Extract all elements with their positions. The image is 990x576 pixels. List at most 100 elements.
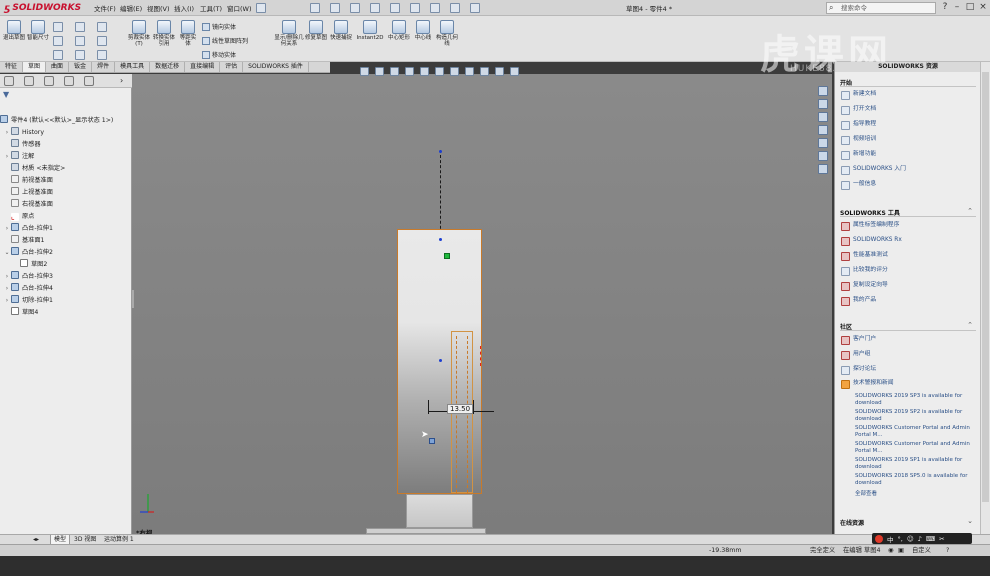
link-tech-alerts[interactable]: 技术警报和新闻 xyxy=(841,380,971,389)
property-manager-icon[interactable] xyxy=(24,76,34,86)
menu-window[interactable]: 窗口(W) xyxy=(227,3,252,13)
slot-tool-icon[interactable] xyxy=(53,50,63,60)
news-item[interactable]: SOLIDWORKS Customer Portal and Admin Por… xyxy=(855,441,971,454)
tab-mold-tools[interactable]: 模具工具 xyxy=(115,62,151,72)
appearances-icon[interactable] xyxy=(818,151,828,161)
undo-icon[interactable] xyxy=(390,3,400,13)
ime-mode[interactable]: 中 xyxy=(887,534,894,544)
tab-direct-editing[interactable]: 直接编辑 xyxy=(185,62,221,72)
repair-sketch-button[interactable]: 修复草图 xyxy=(305,20,327,41)
print-icon[interactable] xyxy=(370,3,380,13)
news-item[interactable]: SOLIDWORKS 2019 SP2 is available for dow… xyxy=(855,409,971,422)
display-relations-button[interactable]: 显示/删除几何关系 xyxy=(274,20,304,47)
menu-view[interactable]: 视图(V) xyxy=(147,3,170,13)
graphics-area[interactable] xyxy=(132,74,832,534)
link-forums[interactable]: 探讨论坛 xyxy=(841,366,971,375)
tab-addins[interactable]: SOLIDWORKS 插件 xyxy=(243,62,309,72)
news-item[interactable]: SOLIDWORKS Customer Portal and Admin Por… xyxy=(855,425,971,438)
tab-surfaces[interactable]: 曲面 xyxy=(46,62,70,72)
news-item[interactable]: SOLIDWORKS 2018 SP5.0 is available for d… xyxy=(855,473,971,486)
tree-item-top-plane[interactable]: 上视基准面 xyxy=(3,187,53,198)
rebuild-icon[interactable]: ◉ xyxy=(888,546,894,556)
sketch-origin-marker[interactable] xyxy=(444,253,450,259)
link-customer-portal[interactable]: 客户门户 xyxy=(841,336,971,345)
center-rectangle-button[interactable]: 中心矩形 xyxy=(388,20,410,41)
trim-entities-button[interactable]: 剪裁实体(T) xyxy=(128,20,150,47)
hide-show-items-icon[interactable] xyxy=(465,66,474,76)
pin-icon[interactable] xyxy=(256,3,266,13)
tree-item-plane1[interactable]: 基准面1 xyxy=(3,235,45,246)
tree-item-right-plane[interactable]: 右视基准面 xyxy=(3,199,53,210)
dynamic-annotation-icon[interactable] xyxy=(420,66,429,76)
feature-manager-icon[interactable] xyxy=(4,76,14,86)
tree-item-boss-extrude2[interactable]: ⌄ 凸台-拉伸2 xyxy=(3,247,53,258)
filter-icon[interactable]: ▼ xyxy=(3,90,9,99)
tree-item-sketch4[interactable]: 草图4 xyxy=(3,307,38,318)
link-tutorials[interactable]: 指导教程 xyxy=(841,121,971,130)
tab-sheet-metal[interactable]: 钣金 xyxy=(69,62,93,72)
tree-item-boss-extrude1[interactable]: › 凸台-拉伸1 xyxy=(3,223,53,234)
design-library-icon[interactable] xyxy=(818,112,828,122)
ime-punct-icon[interactable]: °, xyxy=(898,535,903,543)
tree-item-history[interactable]: › History xyxy=(3,127,44,138)
view-palette-icon[interactable] xyxy=(818,138,828,148)
view-settings-icon[interactable] xyxy=(510,66,519,76)
tree-item-cut-extrude1[interactable]: › 切除-拉伸1 xyxy=(3,295,53,306)
link-copy-settings[interactable]: 复制设定向导 xyxy=(841,282,971,291)
link-video-training[interactable]: 视频培训 xyxy=(841,136,971,145)
expand-chevron-icon[interactable]: ⌄ xyxy=(967,517,973,525)
search-command-input[interactable]: ⌕ 搜索命令 xyxy=(826,2,936,14)
tree-item-material[interactable]: 材质 <未指定> xyxy=(3,163,65,174)
tree-expand-chevron-icon[interactable]: › xyxy=(120,76,123,85)
dimension-value[interactable]: 13.50 xyxy=(447,404,474,414)
edit-appearance-icon[interactable] xyxy=(480,66,489,76)
minimize-button[interactable]: – xyxy=(950,1,964,14)
scrollbar-thumb[interactable] xyxy=(982,72,989,502)
options-icon[interactable] xyxy=(470,3,480,13)
menu-tools[interactable]: 工具(T) xyxy=(200,3,222,13)
convert-entities-button[interactable]: 转换实体引用 xyxy=(152,20,176,47)
menu-edit[interactable]: 编辑(E) xyxy=(120,3,142,13)
link-whats-new[interactable]: 新增功能 xyxy=(841,151,971,160)
collapse-chevron-icon[interactable]: ⌃ xyxy=(967,207,973,215)
new-doc-icon[interactable] xyxy=(310,3,320,13)
move-entities-button[interactable]: 移动实体 xyxy=(202,50,236,59)
tab-features[interactable]: 特征 xyxy=(0,62,24,72)
mirror-entities-button[interactable]: 镜向实体 xyxy=(202,22,236,31)
link-my-products[interactable]: 我的产品 xyxy=(841,297,971,306)
collapse-chevron-icon[interactable]: ⌃ xyxy=(967,321,973,329)
link-new-document[interactable]: 新建文档 xyxy=(841,91,971,100)
scroll-left-icon[interactable]: ◂▸ xyxy=(30,535,42,544)
rectangle-tool-icon[interactable] xyxy=(53,36,63,46)
solidworks-logo[interactable]: ƽ SOLIDWORKS xyxy=(4,2,81,14)
ime-keyboard-icon[interactable]: ⌨ xyxy=(926,535,935,543)
tree-item-boss-extrude4[interactable]: › 凸台-拉伸4 xyxy=(3,283,53,294)
units-icon[interactable]: ▣ xyxy=(898,546,904,556)
zoom-to-fit-icon[interactable] xyxy=(360,66,369,76)
close-button[interactable]: × xyxy=(976,1,990,14)
maximize-button[interactable]: □ xyxy=(963,1,977,14)
unit-system[interactable]: 自定义 xyxy=(912,546,931,556)
centerline-midpoint[interactable] xyxy=(439,359,442,362)
linear-pattern-button[interactable]: 线性草图阵列 xyxy=(202,36,248,45)
view-all-link[interactable]: 全部查看 xyxy=(855,491,971,498)
open-icon[interactable] xyxy=(330,3,340,13)
spline-tool-icon[interactable] xyxy=(97,22,107,32)
tab-3d-views[interactable]: 3D 视图 xyxy=(71,535,99,544)
arc-tool-icon[interactable] xyxy=(75,36,85,46)
resources-icon[interactable] xyxy=(818,99,828,109)
zoom-area-icon[interactable] xyxy=(375,66,384,76)
link-user-groups[interactable]: 用户组 xyxy=(841,351,971,360)
line-tool-icon[interactable] xyxy=(53,22,63,32)
smart-dimension-button[interactable]: 智能尺寸 xyxy=(27,20,49,41)
tab-data-migration[interactable]: 数据迁移 xyxy=(150,62,186,72)
tree-item-front-plane[interactable]: 前视基准面 xyxy=(3,175,53,186)
file-explorer-icon[interactable] xyxy=(818,125,828,135)
home-icon[interactable] xyxy=(818,86,828,96)
section-view-icon[interactable] xyxy=(405,66,414,76)
fillet-tool-icon[interactable] xyxy=(97,50,107,60)
ime-emoji-icon[interactable]: ☺ xyxy=(907,535,914,543)
link-open-document[interactable]: 打开文档 xyxy=(841,106,971,115)
display-style-icon[interactable] xyxy=(450,66,459,76)
link-solidworks-rx[interactable]: SOLIDWORKS Rx xyxy=(841,237,971,246)
